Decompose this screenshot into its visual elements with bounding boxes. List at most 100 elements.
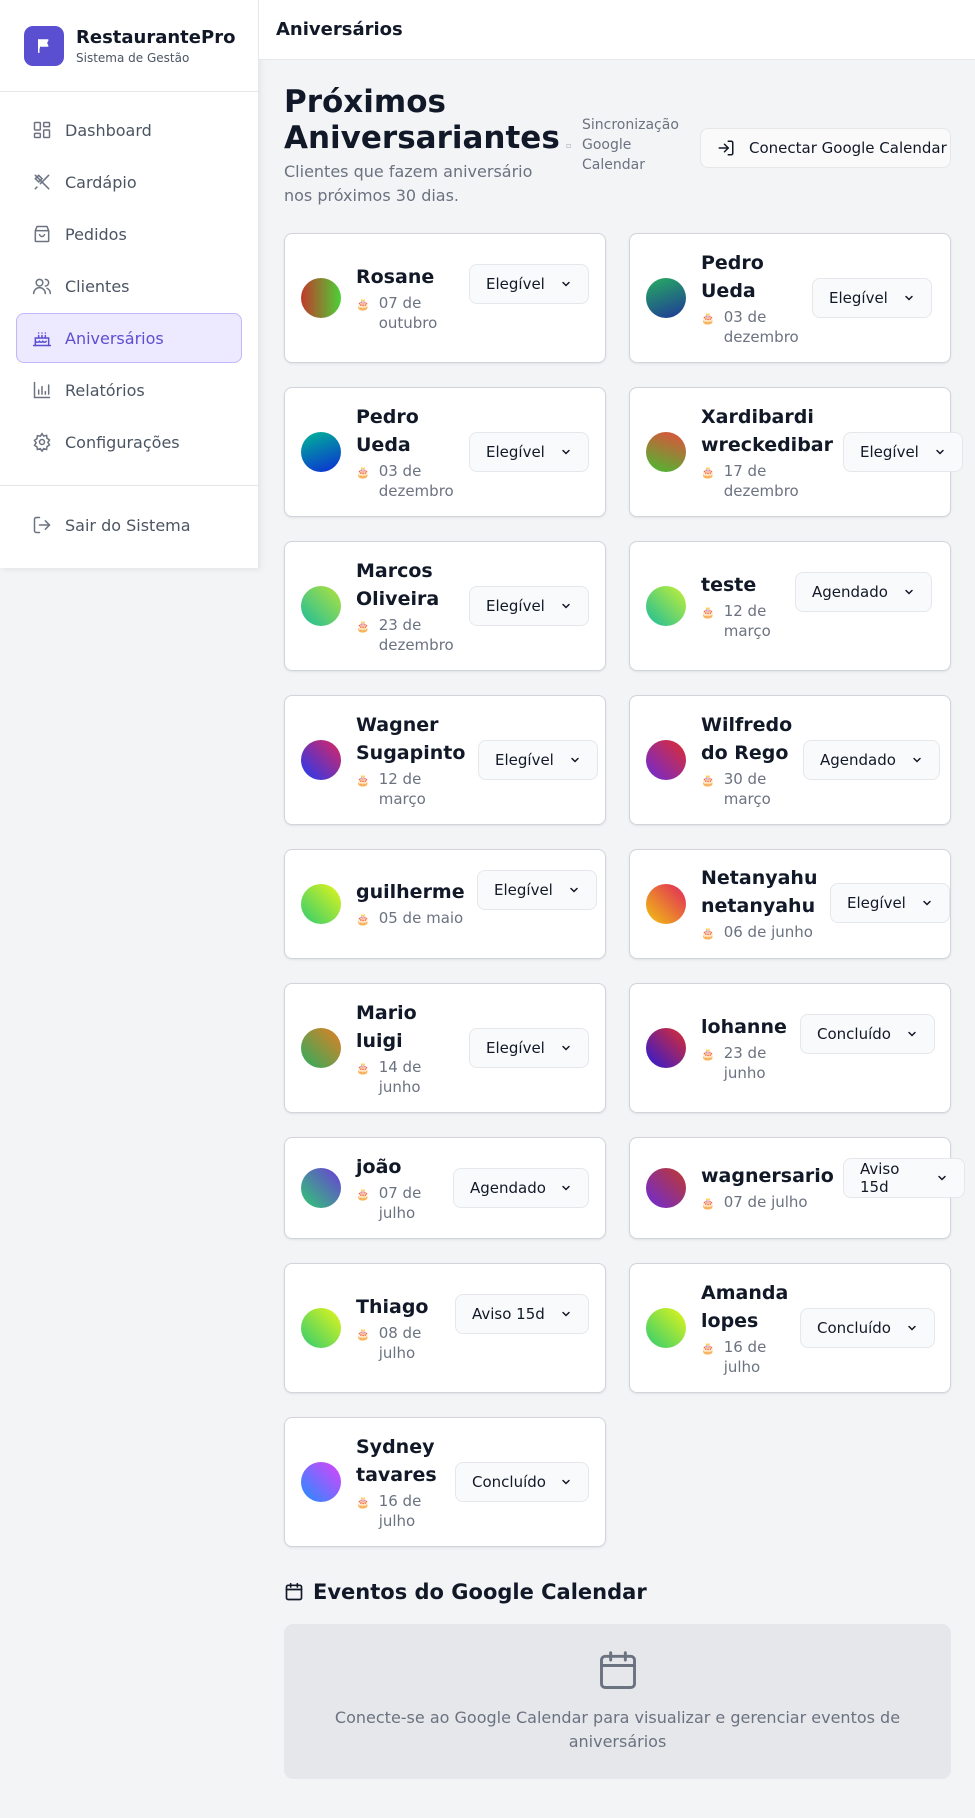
status-select[interactable]: Elegível [477, 870, 597, 910]
birthday-date-text: 08 de julho [378, 1324, 422, 1362]
page-header: Próximos Aniversariantes Clientes que fa… [284, 60, 951, 233]
cake-icon: 🎂 [356, 1496, 370, 1509]
avatar [301, 1308, 341, 1348]
birthday-date: 🎂 30 de março [701, 769, 796, 809]
status-value: Aviso 15d [472, 1305, 545, 1323]
cake-icon: 🎂 [701, 1197, 715, 1210]
avatar [646, 586, 686, 626]
customer-name: Wilfredo do Rego [701, 714, 793, 764]
events-empty-state: Conecte-se ao Google Calendar para visua… [284, 1624, 951, 1779]
birthday-date-text: 07 de julho [723, 1193, 808, 1211]
status-select[interactable]: Agendado [453, 1168, 589, 1208]
customer-name: lohanne [701, 1016, 787, 1038]
sync-label: Sincronização Google Calendar [582, 117, 679, 173]
status-select[interactable]: Elegível [478, 740, 598, 780]
status-value: Elegível [495, 751, 554, 769]
avatar [301, 1028, 341, 1068]
chevron-down-icon [560, 278, 572, 290]
status-select[interactable]: Concluído [455, 1462, 589, 1502]
sidebar-item-label: Cardápio [65, 172, 137, 192]
sidebar-item-cardapio[interactable]: Cardápio [16, 157, 242, 207]
events-section-title: Eventos do Google Calendar [284, 1580, 647, 1604]
sidebar-item-relatorios[interactable]: Relatórios [16, 365, 242, 415]
connect-google-calendar-button[interactable]: Conectar Google Calendar [700, 128, 951, 168]
sidebar-item-label: Clientes [65, 276, 130, 296]
status-select[interactable]: Elegível [469, 586, 589, 626]
chevron-down-icon [560, 1182, 572, 1194]
birthday-date: 🎂 03 de dezembro [701, 307, 799, 347]
cake-icon: 🎂 [701, 312, 715, 325]
cake-icon: 🎂 [701, 466, 715, 479]
status-value: Agendado [470, 1179, 546, 1197]
status-select[interactable]: Aviso 15d [455, 1294, 589, 1334]
status-value: Concluído [472, 1473, 546, 1491]
chevron-down-icon [560, 446, 572, 458]
birthday-date: 🎂 07 de julho [701, 1192, 831, 1214]
brand-subtitle: Sistema de Gestão [76, 50, 190, 65]
shopping-bag-icon [32, 224, 52, 244]
sidebar-item-aniversarios[interactable]: Aniversários [16, 313, 242, 363]
customer-name: Amanda lopes [701, 1282, 789, 1332]
chevron-down-icon [560, 600, 572, 612]
chevron-down-icon [903, 292, 915, 304]
avatar [646, 1308, 686, 1348]
status-select[interactable]: Agendado [795, 572, 932, 612]
brand[interactable]: RestaurantePro Sistema de Gestão [0, 0, 258, 92]
topbar: Aniversários [259, 0, 975, 60]
customer-card: teste 🎂 12 de março Agendado [629, 541, 951, 671]
customer-name: joão [356, 1156, 402, 1178]
cake-icon: 🎂 [356, 1188, 370, 1201]
status-select[interactable]: Elegível [843, 432, 963, 472]
calendar-icon [596, 1648, 640, 1698]
users-icon [32, 276, 52, 296]
birthday-date: 🎂 17 de dezembro [701, 461, 829, 501]
status-value: Concluído [817, 1319, 891, 1337]
birthday-date-text: 12 de março [378, 770, 426, 808]
birthday-date: 🎂 16 de julho [701, 1337, 791, 1377]
birthday-date: 🎂 07 de julho [356, 1183, 441, 1223]
sidebar-item-dashboard[interactable]: Dashboard [16, 105, 242, 155]
status-select[interactable]: Concluído [800, 1014, 935, 1054]
login-icon [717, 139, 735, 157]
customer-name: Thiago [356, 1296, 429, 1318]
status-select[interactable]: Elegível [469, 1028, 589, 1068]
status-value: Elegível [486, 443, 545, 461]
gear-icon [32, 432, 52, 452]
main-content: Próximos Aniversariantes Clientes que fa… [284, 60, 965, 1547]
cake-icon: 🎂 [701, 1342, 715, 1355]
page-subtitle: Clientes que fazem aniversário nos próxi… [284, 162, 533, 205]
sidebar-item-clientes[interactable]: Clientes [16, 261, 242, 311]
chevron-down-icon [934, 446, 946, 458]
birthday-date: 🎂 07 de outubro [356, 293, 451, 333]
customer-card: Sydney tavares 🎂 16 de julho Concluído [284, 1417, 606, 1547]
customer-card: Marcos Oliveira 🎂 23 de dezembro Elegível [284, 541, 606, 671]
chevron-down-icon [568, 884, 580, 896]
cake-icon: 🎂 [701, 927, 715, 940]
status-select[interactable]: Elegível [812, 278, 932, 318]
logout-button[interactable]: Sair do Sistema [16, 500, 242, 550]
status-select[interactable]: Concluído [800, 1308, 935, 1348]
sync-status-icon: ▫ [566, 140, 572, 150]
status-select[interactable]: Elegível [469, 264, 589, 304]
customer-card: Thiago 🎂 08 de julho Aviso 15d [284, 1263, 606, 1393]
sidebar-item-pedidos[interactable]: Pedidos [16, 209, 242, 259]
status-select[interactable]: Elegível [469, 432, 589, 472]
cake-icon: 🎂 [356, 298, 370, 311]
status-value: Elegível [486, 275, 545, 293]
status-select[interactable]: Elegível [830, 883, 950, 923]
customer-name: guilherme [356, 881, 465, 903]
birthday-date-text: 03 de dezembro [378, 462, 454, 500]
sidebar-item-label: Dashboard [65, 120, 152, 140]
chevron-down-icon [911, 754, 923, 766]
birthday-date-text: 17 de dezembro [723, 462, 799, 500]
status-select[interactable]: Aviso 15d [843, 1158, 965, 1198]
status-select[interactable]: Agendado [803, 740, 940, 780]
customer-card: Amanda lopes 🎂 16 de julho Concluído [629, 1263, 951, 1393]
customer-card: Pedro Ueda 🎂 03 de dezembro Elegível [284, 387, 606, 517]
sidebar-item-configuracoes[interactable]: Configurações [16, 417, 242, 467]
calendar-icon [284, 1582, 304, 1602]
customer-name: Wagner Sugapinto [356, 714, 466, 764]
customer-card: Wilfredo do Rego 🎂 30 de março Agendado [629, 695, 951, 825]
chevron-down-icon [903, 586, 915, 598]
bar-chart-icon [32, 380, 52, 400]
